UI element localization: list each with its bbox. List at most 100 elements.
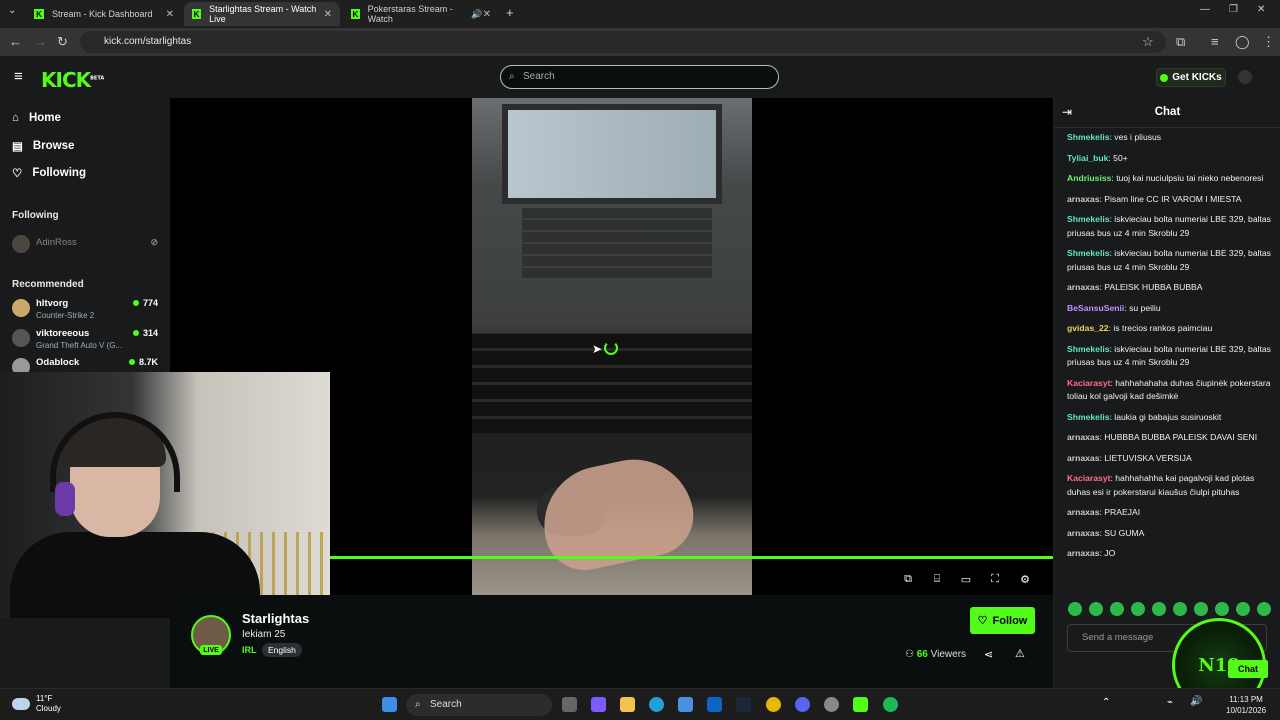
chat-username[interactable]: arnaxas	[1067, 507, 1100, 517]
chat-username[interactable]: Shmekelis	[1067, 132, 1110, 142]
outlook-icon[interactable]	[707, 697, 722, 712]
recommended-item-hltvorg[interactable]: hltvorg Counter-Strike 2 774	[12, 296, 158, 324]
back-icon[interactable]: ←	[9, 34, 22, 49]
chat-username[interactable]: gvidas_22	[1067, 323, 1109, 333]
close-tab-icon[interactable]: ✕	[166, 9, 174, 20]
chat-username[interactable]: arnaxas	[1067, 528, 1100, 538]
search-input[interactable]: ⌕ Search	[500, 65, 779, 89]
browser-menu-icon[interactable]: ⋮	[1262, 34, 1275, 50]
spotify-icon[interactable]	[883, 697, 898, 712]
site-header: ≡ KICKBETA ⌕ Search Get KICKs	[0, 56, 1280, 98]
chat-username[interactable]: Shmekelis	[1067, 344, 1110, 354]
stream-title: Iekiam 25	[242, 629, 286, 640]
chat-username[interactable]: arnaxas	[1067, 194, 1100, 204]
emote-icon[interactable]	[1152, 602, 1166, 616]
emote-icon[interactable]	[1089, 602, 1103, 616]
chat-username[interactable]: BeSansuSenii	[1067, 303, 1124, 313]
sidebar-item-home[interactable]: ⌂ Home	[12, 112, 61, 124]
share-icon[interactable]: ⋖	[984, 648, 993, 661]
clock[interactable]: 11:13 PM 10/01/2026	[1226, 694, 1266, 716]
copilot-icon[interactable]	[591, 697, 606, 712]
clip-icon[interactable]: ⌸	[930, 572, 944, 586]
minimize-icon[interactable]: —	[1200, 4, 1210, 15]
offline-icon: ⊘	[150, 237, 158, 247]
maximize-icon[interactable]: ❐	[1229, 4, 1238, 15]
app-icon[interactable]	[824, 697, 839, 712]
store-icon[interactable]	[678, 697, 693, 712]
bookmark-star-icon[interactable]: ☆	[1142, 34, 1154, 50]
tab-starlightas[interactable]: K Starlightas Stream - Watch Live ✕	[184, 2, 340, 26]
address-bar[interactable]: kick.com/starlightas	[80, 31, 1166, 53]
emote-icon[interactable]	[1068, 602, 1082, 616]
chat-message-text: PRAEJAI	[1104, 507, 1141, 517]
kick-logo[interactable]: KICKBETA	[41, 68, 104, 92]
close-window-icon[interactable]: ✕	[1257, 4, 1265, 15]
streamer-name[interactable]: Starlightas	[242, 611, 309, 626]
tab-kick-dashboard[interactable]: K Stream - Kick Dashboard ✕	[26, 2, 182, 26]
emote-icon[interactable]	[1236, 602, 1250, 616]
kick-app-icon[interactable]	[853, 697, 868, 712]
mini-player-icon[interactable]: ⧉	[901, 572, 915, 586]
steam-icon[interactable]	[736, 697, 751, 712]
chat-message-text: Pisam line CC IR VAROM I MIESTA	[1104, 193, 1242, 204]
report-icon[interactable]: ⚠	[1015, 647, 1025, 660]
close-tab-icon[interactable]: ✕	[483, 9, 491, 20]
settings-gear-icon[interactable]: ⚙	[1018, 572, 1032, 586]
chat-username[interactable]: Kaciarasyt	[1067, 473, 1110, 483]
stream-category[interactable]: IRL	[242, 645, 257, 655]
file-explorer-icon[interactable]	[620, 697, 635, 712]
emote-icon[interactable]	[1110, 602, 1124, 616]
emote-icon[interactable]	[1173, 602, 1187, 616]
emote-icon[interactable]	[1257, 602, 1271, 616]
following-item-adinross[interactable]: AdinRoss ⊘	[12, 232, 158, 260]
chat-message: BeSansuSenii: su peiliu	[1067, 302, 1161, 313]
chrome-icon[interactable]	[766, 697, 781, 712]
chat-username[interactable]: Shmekelis	[1067, 248, 1110, 258]
media-controls-icon[interactable]: ≡	[1211, 34, 1219, 49]
discord-icon[interactable]	[795, 697, 810, 712]
emote-icon[interactable]	[1194, 602, 1208, 616]
tab-list-icon[interactable]: ⌄	[8, 5, 16, 16]
sidebar-item-browse[interactable]: ▤ Browse	[12, 139, 74, 153]
playback-progress-bar[interactable]	[330, 556, 1053, 559]
chat-username[interactable]: Tyliai_buk	[1067, 153, 1108, 163]
get-kicks-button[interactable]: Get KICKs	[1156, 68, 1226, 87]
tab-pokerstaras[interactable]: K Pokerstaras Stream - Watch 🔊 ✕	[343, 2, 499, 26]
forward-icon[interactable]: →	[34, 34, 47, 49]
profile-icon[interactable]: ◯	[1235, 34, 1250, 50]
task-view-icon[interactable]	[562, 697, 577, 712]
weather-widget[interactable]: 11°F Cloudy	[12, 694, 61, 714]
emote-icon[interactable]	[1215, 602, 1229, 616]
edge-icon[interactable]	[649, 697, 664, 712]
chat-username[interactable]: arnaxas	[1067, 453, 1100, 463]
chat-button[interactable]: Chat	[1228, 660, 1268, 678]
theater-mode-icon[interactable]: ▭	[959, 572, 973, 586]
user-avatar[interactable]	[1238, 70, 1252, 84]
hamburger-menu-icon[interactable]: ≡	[14, 68, 23, 85]
network-icon[interactable]: ⌁	[1167, 697, 1173, 708]
reload-icon[interactable]: ↻	[57, 34, 68, 50]
chat-username[interactable]: arnaxas	[1067, 548, 1100, 558]
windows-start-icon[interactable]	[382, 697, 397, 712]
tray-chevron-icon[interactable]: ⌃	[1102, 697, 1110, 708]
sidebar-item-following[interactable]: ♡ Following	[12, 166, 86, 180]
taskbar-search[interactable]: ⌕ Search	[406, 694, 552, 716]
close-tab-icon[interactable]: ✕	[324, 9, 332, 20]
chat-username[interactable]: arnaxas	[1067, 282, 1100, 292]
recommended-item-viktoreeous[interactable]: viktoreeous Grand Theft Auto V (G... 314	[12, 326, 158, 354]
chat-username[interactable]: arnaxas	[1067, 432, 1100, 442]
extensions-icon[interactable]: ⧉	[1176, 34, 1185, 50]
chat-username[interactable]: Andriusiss	[1067, 173, 1111, 183]
volume-icon[interactable]: 🔊	[1190, 696, 1202, 707]
emote-icon[interactable]	[1131, 602, 1145, 616]
chat-username[interactable]: Shmekelis	[1067, 214, 1110, 224]
fullscreen-icon[interactable]: ⛶	[988, 572, 1002, 586]
chat-message-text: laukia gi babajus susiruoskit	[1114, 411, 1222, 422]
tab-title: Stream - Kick Dashboard	[52, 9, 153, 19]
new-tab-icon[interactable]: +	[506, 5, 514, 20]
chat-username[interactable]: Kaciarasyt	[1067, 378, 1110, 388]
follow-button[interactable]: ♡ Follow	[970, 607, 1035, 634]
speaker-icon[interactable]: 🔊	[471, 9, 482, 20]
language-tag[interactable]: English	[262, 643, 302, 657]
chat-username[interactable]: Shmekelis	[1067, 412, 1110, 422]
